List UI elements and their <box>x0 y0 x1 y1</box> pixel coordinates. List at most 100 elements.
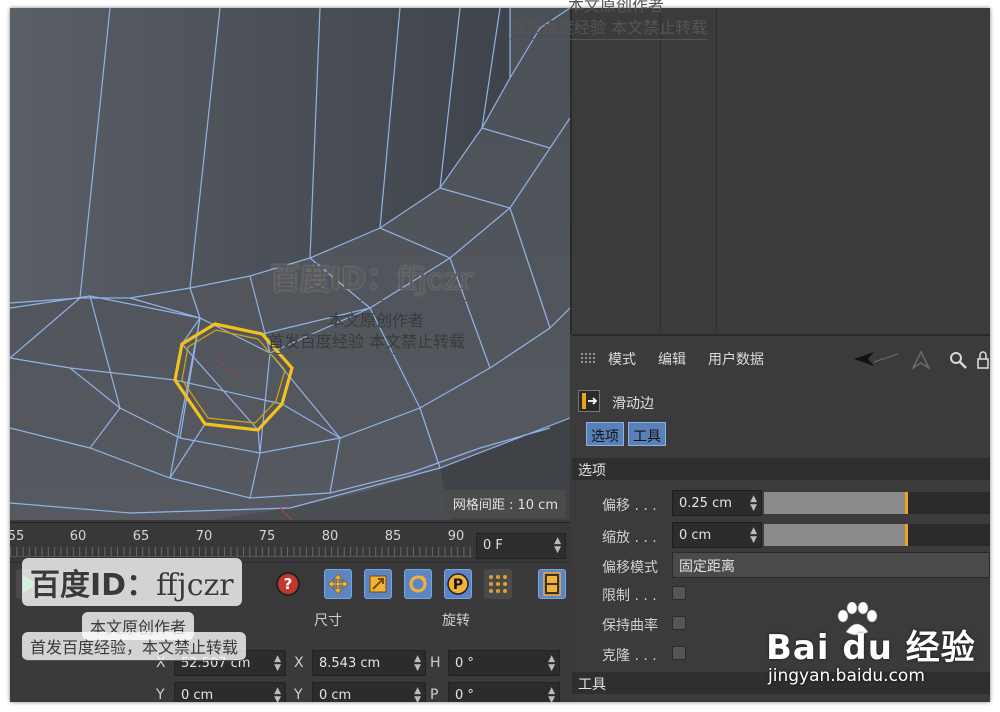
size-y-row: Y 0 cm ▲ ▼ <box>294 682 428 702</box>
offset-slider-handle[interactable] <box>905 492 908 514</box>
pos-x-field[interactable]: 52.507 cm ▲ ▼ <box>174 650 286 676</box>
size-x-field[interactable]: 8.543 cm ▲ ▼ <box>312 650 426 676</box>
keep-curvature-checkbox[interactable] <box>672 616 686 630</box>
app-window: 网格间距 : 10 cm 55 60 65 70 75 80 85 90 0 F… <box>10 8 990 702</box>
pos-x-row: X 52.507 cm ▲ ▼ <box>156 650 286 678</box>
scale-row: 缩放 . . . 0 cm ▲ ▼ <box>572 522 990 550</box>
spin-arrows-icon[interactable]: ▲ ▼ <box>554 537 561 555</box>
pos-x-value: 52.507 cm <box>181 656 251 671</box>
menu-mode[interactable]: 模式 <box>608 349 636 369</box>
spin-arrows-icon[interactable]: ▲ ▼ <box>414 655 421 673</box>
tick-label: 65 <box>132 529 150 544</box>
offset-slider[interactable] <box>764 492 990 514</box>
scale-field[interactable]: 0 cm ▲ ▼ <box>672 522 762 548</box>
search-icon[interactable] <box>948 350 968 370</box>
keep-curvature-label: 保持曲率 <box>602 618 658 634</box>
spin-arrows-icon[interactable]: ▲ ▼ <box>548 687 555 703</box>
tab-options[interactable]: 选项 <box>586 422 624 446</box>
axis-label: X <box>156 655 166 671</box>
spin-arrows-icon[interactable]: ▲ ▼ <box>750 527 757 545</box>
rot-h-field[interactable]: 0 ° ▲ ▼ <box>448 650 560 676</box>
filmstrip-button[interactable] <box>538 569 566 599</box>
current-frame-value: 0 F <box>483 538 503 553</box>
animation-toolbar: ? P <box>10 562 570 604</box>
scale-label: 缩放 . . . <box>602 530 657 546</box>
tick-label: 85 <box>384 529 402 544</box>
clone-checkbox[interactable] <box>672 646 686 660</box>
grip-icon[interactable] <box>580 352 596 364</box>
spin-arrows-icon[interactable]: ▲ ▼ <box>414 687 421 703</box>
film-strip-icon <box>543 572 561 596</box>
pos-y-field[interactable]: 0 cm ▲ ▼ <box>174 682 286 702</box>
current-frame-field[interactable]: 0 F ▲ ▼ <box>476 533 566 559</box>
limit-checkbox[interactable] <box>672 586 686 600</box>
axis-label: X <box>294 655 304 671</box>
size-y-value: 0 cm <box>319 688 352 702</box>
rotate-icon <box>409 575 427 593</box>
axis-label: Y <box>156 687 165 702</box>
back-arrow-icon[interactable] <box>852 350 902 368</box>
baidu-url: jingyan.baidu.com <box>768 666 925 686</box>
offset-row: 偏移 . . . 0.25 cm ▲ ▼ <box>572 490 990 518</box>
limit-label: 限制 . . . <box>602 588 657 604</box>
tick-label: 75 <box>258 529 276 544</box>
coordinates-panel: 尺寸 旋转 X 52.507 cm ▲ ▼ X 8.543 cm ▲ ▼ H 0 ° ▲ ▼… <box>10 604 570 702</box>
object-manager-panel[interactable] <box>570 8 990 334</box>
lock-icon[interactable] <box>976 350 990 370</box>
grid-spacing-readout: 网格间距 : 10 cm <box>444 490 566 518</box>
menu-user-data[interactable]: 用户数据 <box>708 349 764 369</box>
size-y-field[interactable]: 0 cm ▲ ▼ <box>312 682 426 702</box>
help-button[interactable]: ? <box>274 569 302 599</box>
rotation-header: 旋转 <box>442 613 470 629</box>
viewport-3d[interactable]: 网格间距 : 10 cm <box>10 8 570 520</box>
baidu-logo-text: Bai du 经验 <box>766 628 976 668</box>
timeline[interactable]: 55 60 65 70 75 80 85 90 0 F ▲ ▼ <box>10 522 570 562</box>
up-arrow-icon[interactable] <box>910 350 932 370</box>
offset-field[interactable]: 0.25 cm ▲ ▼ <box>672 490 762 516</box>
scale-slider-fill <box>764 524 906 546</box>
menu-edit[interactable]: 编辑 <box>658 349 686 369</box>
play-button[interactable] <box>16 569 44 599</box>
pos-y-row: Y 0 cm ▲ ▼ <box>156 682 286 702</box>
scale-slider-handle[interactable] <box>905 524 908 546</box>
param-tool-button[interactable]: P <box>444 569 472 599</box>
rot-p-row: P 0 ° ▲ ▼ <box>430 682 562 702</box>
scale-tool-button[interactable] <box>364 569 392 599</box>
rot-h-row: H 0 ° ▲ ▼ <box>430 650 562 678</box>
tick-label: 60 <box>69 529 87 544</box>
offset-label: 偏移 . . . <box>602 498 657 514</box>
column-divider <box>660 8 661 334</box>
rot-h-value: 0 ° <box>455 656 474 671</box>
scale-value: 0 cm <box>679 528 712 543</box>
attribute-menu-bar: 模式 编辑 用户数据 <box>572 346 990 370</box>
column-divider <box>716 8 717 334</box>
tick-label: 55 <box>10 529 25 544</box>
grid-dots-button[interactable] <box>484 569 512 599</box>
dots-grid-icon <box>489 575 507 593</box>
help-icon: ? <box>276 572 300 596</box>
spin-arrows-icon[interactable]: ▲ ▼ <box>548 655 555 673</box>
spin-arrows-icon[interactable]: ▲ ▼ <box>274 687 281 703</box>
tick-label: 90 <box>447 529 465 544</box>
timeline-ticks <box>10 547 472 557</box>
axis-label: Y <box>294 687 303 702</box>
baidu-jingyan-logo: Bai du 经验 jingyan.baidu.com <box>766 602 986 690</box>
offset-mode-row: 偏移模式 固定距离 <box>572 552 990 580</box>
tool-name: 滑动边 <box>612 396 654 412</box>
p-parameter-icon: P <box>447 573 469 595</box>
tab-tool[interactable]: 工具 <box>628 422 666 446</box>
rot-p-value: 0 ° <box>455 688 474 702</box>
tick-label: 70 <box>195 529 213 544</box>
spin-arrows-icon[interactable]: ▲ ▼ <box>750 495 757 513</box>
spin-arrows-icon[interactable]: ▲ ▼ <box>274 655 281 673</box>
section-options-header[interactable]: 选项 <box>572 458 990 480</box>
rotate-tool-button[interactable] <box>404 569 432 599</box>
size-x-value: 8.543 cm <box>319 656 381 671</box>
move-tool-button[interactable] <box>324 569 352 599</box>
scale-slider[interactable] <box>764 524 990 546</box>
rot-p-field[interactable]: 0 ° ▲ ▼ <box>448 682 560 702</box>
offset-mode-dropdown[interactable]: 固定距离 <box>672 552 990 578</box>
pos-y-value: 0 cm <box>181 688 214 702</box>
mesh-wireframe <box>10 8 570 520</box>
timeline-ruler[interactable]: 55 60 65 70 75 80 85 90 <box>10 523 472 563</box>
